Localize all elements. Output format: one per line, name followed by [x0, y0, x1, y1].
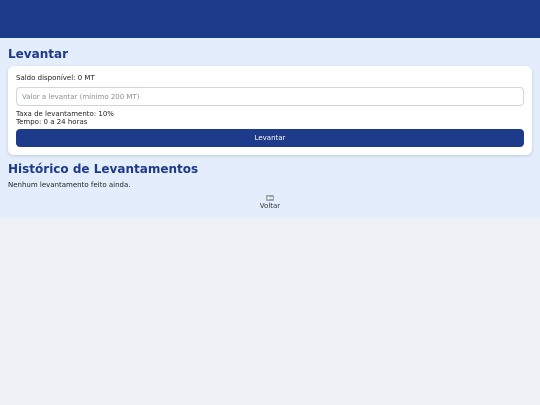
fee-text: Taxa de levantamento: 10%	[16, 110, 114, 118]
balance-text: Saldo disponível: 0 MT	[16, 74, 95, 82]
withdraw-button[interactable]: Levantar	[16, 129, 524, 147]
time-text: Tempo: 0 a 24 horas	[16, 118, 88, 126]
history-title: Histórico de Levantamentos	[8, 162, 199, 176]
back-icon	[266, 195, 274, 201]
main-content: Levantar Saldo disponível: 0 MT Taxa de …	[0, 38, 540, 218]
withdraw-card: Saldo disponível: 0 MT Taxa de levantame…	[8, 66, 532, 155]
history-empty-text: Nenhum levantamento feito ainda.	[8, 181, 131, 189]
amount-input[interactable]	[16, 87, 524, 106]
back-label: Voltar	[259, 202, 281, 210]
withdraw-title: Levantar	[8, 47, 68, 61]
back-button[interactable]: Voltar	[250, 195, 290, 210]
top-header-bar	[0, 0, 540, 38]
